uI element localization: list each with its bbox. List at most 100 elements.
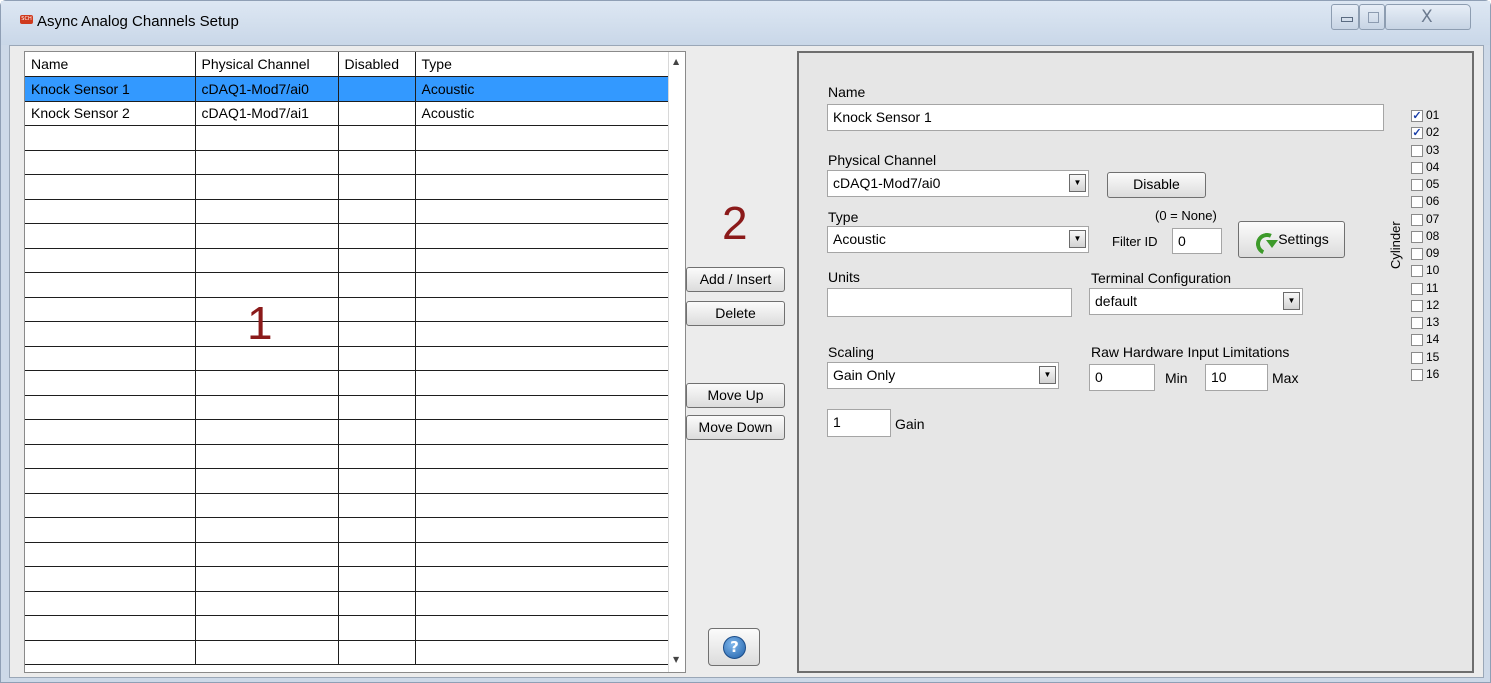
cell-empty[interactable]	[195, 199, 339, 224]
checkbox-empty-icon[interactable]	[1411, 144, 1423, 157]
cell-empty[interactable]	[25, 199, 196, 224]
cylinder-checkbox-14[interactable]: 14	[1411, 332, 1475, 349]
physical-channel-select[interactable]: cDAQ1-Mod7/ai0 ▼	[827, 170, 1089, 197]
checkbox-empty-icon[interactable]	[1411, 282, 1423, 295]
close-button[interactable]: X	[1385, 4, 1471, 30]
cell-empty[interactable]	[25, 493, 196, 518]
chevron-down-icon[interactable]: ▼	[1039, 366, 1056, 384]
cell-empty[interactable]	[195, 591, 339, 616]
cell-empty[interactable]	[195, 444, 339, 469]
chevron-down-icon[interactable]: ▼	[1069, 230, 1086, 248]
cell-empty[interactable]	[25, 591, 196, 616]
cell-type[interactable]: Acoustic	[415, 101, 670, 126]
table-row-empty[interactable]	[25, 150, 670, 175]
cell-empty[interactable]	[338, 419, 416, 445]
column-header-physical-channel[interactable]: Physical Channel	[195, 52, 339, 77]
cell-empty[interactable]	[415, 615, 670, 641]
table-row-empty[interactable]	[25, 395, 670, 420]
cell-empty[interactable]	[25, 444, 196, 469]
checkbox-empty-icon[interactable]	[1411, 161, 1423, 174]
cell-empty[interactable]	[338, 150, 416, 175]
cell-empty[interactable]	[415, 542, 670, 567]
table-row-empty[interactable]	[25, 493, 670, 518]
cell-empty[interactable]	[338, 468, 416, 494]
cylinder-checkbox-04[interactable]: 04	[1411, 160, 1475, 177]
cell-empty[interactable]	[415, 468, 670, 494]
scroll-down-icon[interactable]: ▼	[673, 655, 679, 664]
cylinder-checkbox-16[interactable]: 16	[1411, 367, 1475, 384]
checkmark-icon[interactable]: ✓	[1411, 127, 1423, 140]
cell-disabled[interactable]	[338, 101, 416, 126]
cell-empty[interactable]	[25, 297, 196, 322]
cell-empty[interactable]	[338, 493, 416, 518]
column-header-type[interactable]: Type	[415, 52, 670, 77]
cell-empty[interactable]	[25, 517, 196, 543]
cell-empty[interactable]	[338, 517, 416, 543]
cell-empty[interactable]	[338, 223, 416, 249]
cylinder-checkbox-08[interactable]: 08	[1411, 229, 1475, 246]
cell-empty[interactable]	[25, 468, 196, 494]
cell-empty[interactable]	[415, 640, 670, 665]
cell-empty[interactable]	[338, 174, 416, 200]
cell-empty[interactable]	[415, 395, 670, 420]
table-row-empty[interactable]	[25, 542, 670, 567]
help-button[interactable]: ?	[708, 628, 760, 666]
cell-empty[interactable]	[415, 150, 670, 175]
cylinder-checkbox-15[interactable]: 15	[1411, 350, 1475, 367]
cylinder-checkbox-13[interactable]: 13	[1411, 315, 1475, 332]
cell-empty[interactable]	[415, 223, 670, 249]
cell-empty[interactable]	[195, 517, 339, 543]
cylinder-checkbox-03[interactable]: 03	[1411, 143, 1475, 160]
cell-empty[interactable]	[195, 615, 339, 641]
cell-empty[interactable]	[415, 321, 670, 347]
name-input[interactable]: Knock Sensor 1	[827, 104, 1384, 131]
cell-empty[interactable]	[195, 223, 339, 249]
cell-empty[interactable]	[415, 566, 670, 592]
table-row-empty[interactable]	[25, 199, 670, 224]
cell-empty[interactable]	[338, 615, 416, 641]
cell-empty[interactable]	[25, 223, 196, 249]
column-header-name[interactable]: Name	[25, 52, 196, 77]
cell-disabled[interactable]	[338, 76, 416, 102]
cell-empty[interactable]	[415, 591, 670, 616]
cell-empty[interactable]	[195, 419, 339, 445]
move-down-button[interactable]: Move Down	[686, 415, 785, 440]
cell-empty[interactable]	[195, 395, 339, 420]
add-insert-button[interactable]: Add / Insert	[686, 267, 785, 292]
table-row-empty[interactable]	[25, 591, 670, 616]
table-row-empty[interactable]	[25, 321, 670, 347]
cell-empty[interactable]	[195, 542, 339, 567]
cell-empty[interactable]	[415, 297, 670, 322]
cell-empty[interactable]	[415, 248, 670, 273]
table-row-empty[interactable]	[25, 517, 670, 543]
cylinder-checkbox-11[interactable]: 11	[1411, 281, 1475, 298]
checkbox-empty-icon[interactable]	[1411, 334, 1423, 347]
table-row-empty[interactable]	[25, 346, 670, 371]
cell-physical-channel[interactable]: cDAQ1-Mod7/ai1	[195, 101, 339, 126]
cell-empty[interactable]	[25, 640, 196, 665]
cell-empty[interactable]	[415, 370, 670, 396]
table-row-empty[interactable]	[25, 297, 670, 322]
cell-empty[interactable]	[338, 272, 416, 298]
cylinder-checkbox-02[interactable]: ✓ 02	[1411, 125, 1475, 142]
scroll-up-icon[interactable]: ▲	[673, 57, 679, 66]
cell-empty[interactable]	[338, 321, 416, 347]
cell-empty[interactable]	[415, 199, 670, 224]
cell-empty[interactable]	[195, 640, 339, 665]
cell-empty[interactable]	[415, 272, 670, 298]
cell-empty[interactable]	[415, 419, 670, 445]
checkmark-icon[interactable]: ✓	[1411, 110, 1423, 122]
checkbox-empty-icon[interactable]	[1411, 351, 1423, 364]
cell-empty[interactable]	[415, 444, 670, 469]
column-header-disabled[interactable]: Disabled	[338, 52, 416, 77]
cell-empty[interactable]	[25, 125, 196, 151]
checkbox-empty-icon[interactable]	[1411, 265, 1423, 278]
cylinder-checkbox-10[interactable]: 10	[1411, 263, 1475, 280]
cylinder-checkbox-07[interactable]: 07	[1411, 212, 1475, 229]
cell-empty[interactable]	[25, 395, 196, 420]
settings-button[interactable]: Settings	[1238, 221, 1345, 258]
checkbox-empty-icon[interactable]	[1411, 196, 1423, 209]
cell-empty[interactable]	[25, 346, 196, 371]
cell-type[interactable]: Acoustic	[415, 76, 670, 102]
table-row[interactable]: Knock Sensor 2 cDAQ1-Mod7/ai1 Acoustic	[25, 101, 670, 126]
